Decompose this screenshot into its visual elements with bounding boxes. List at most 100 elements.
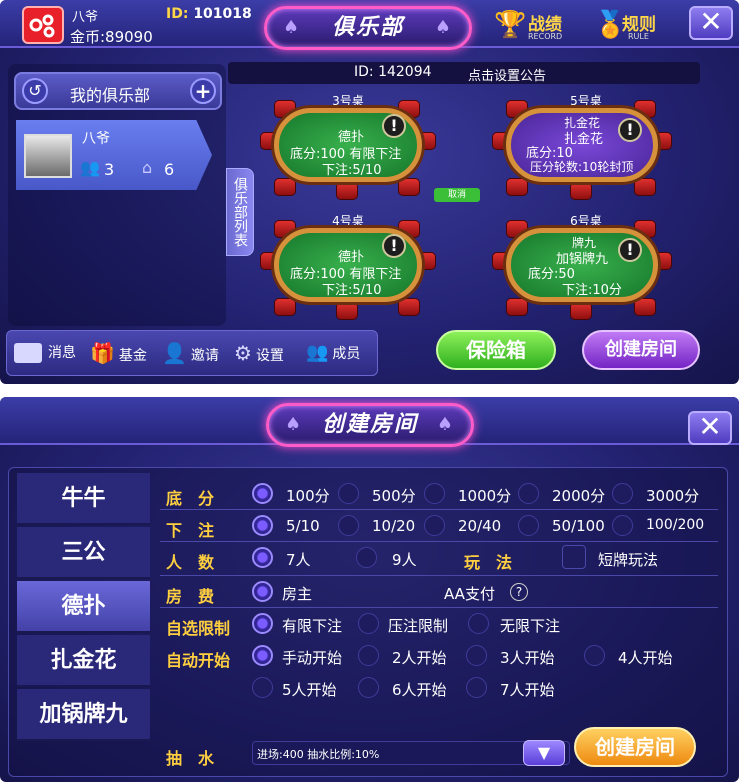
auto-radio-5[interactable] [252, 677, 273, 698]
limit-radio-bet[interactable] [358, 613, 379, 634]
base-radio-1000[interactable] [424, 483, 445, 504]
players-radio-9[interactable] [356, 547, 377, 568]
bet-radio-5-10[interactable] [252, 515, 273, 536]
cancel-tag[interactable]: 取消 [434, 188, 480, 202]
limit-option: 无限下注 [500, 617, 561, 635]
players-radio-7[interactable] [252, 547, 273, 568]
fund-button[interactable]: 🎁 基金 [90, 338, 147, 368]
auto-radio-3[interactable] [466, 645, 487, 666]
info-icon[interactable]: ! [618, 118, 642, 142]
create-room-button[interactable]: 创建房间 [582, 330, 700, 370]
create-room-panel: ♠ 创建房间 ♠ ✕ 牛牛 三公 德扑 扎金花 加锅牌九 底 分 100分 50… [0, 397, 739, 782]
gear-icon: ⚙ [234, 341, 252, 365]
auto-option: 3人开始 [500, 649, 555, 667]
play-label: 玩 法 [464, 553, 513, 572]
create-title: ♠ 创建房间 ♠ [266, 403, 474, 447]
rule-button[interactable]: 🏅 规则 RULE [594, 8, 668, 44]
spade-icon: ♠ [283, 17, 302, 38]
bet-option: 50/100 [552, 517, 605, 535]
base-radio-500[interactable] [338, 483, 359, 504]
auto-radio-7[interactable] [466, 677, 487, 698]
table-label: 4号桌 [332, 214, 364, 228]
record-sub: RECORD [528, 32, 563, 41]
chair [570, 182, 592, 200]
limit-option: 压注限制 [388, 617, 449, 635]
auto-radio-manual[interactable] [252, 645, 273, 666]
auto-option: 4人开始 [618, 649, 673, 667]
bet-radio-50-100[interactable] [518, 515, 539, 536]
messages-button[interactable]: 消息 [14, 338, 76, 368]
fee-label: 房 费 [166, 587, 215, 606]
help-icon-glyph: ? [515, 585, 523, 599]
club-card[interactable]: 八爷 👥 3 ⌂ 6 [16, 120, 212, 190]
members-button[interactable]: 👥 成员 [306, 338, 360, 368]
club-title: ♠ 俱乐部 ♠ [264, 6, 472, 50]
info-icon[interactable]: ! [382, 234, 406, 258]
game-sangong[interactable]: 三公 [17, 527, 150, 579]
home-icon: ⌂ [142, 158, 153, 177]
bet-radio-100-200[interactable] [612, 515, 633, 536]
create-room-submit-button[interactable]: 创建房间 [574, 727, 696, 767]
create-title-text: 创建房间 [321, 412, 418, 437]
players-label: 人 数 [166, 553, 215, 572]
bet-radio-20-40[interactable] [424, 515, 445, 536]
auto-option: 6人开始 [392, 681, 447, 699]
members-count: 3 [104, 160, 115, 179]
game-niuniu[interactable]: 牛牛 [17, 473, 150, 525]
id-value: 101018 [193, 6, 252, 22]
fee-option: 房主 [282, 585, 313, 603]
table-label: 3号桌 [332, 94, 364, 108]
rake-select[interactable]: 进场:400 抽水比例:10% ▼ [252, 740, 570, 766]
invite-icon: 👤 [162, 341, 187, 365]
record-button[interactable]: 🏆 战绩 RECORD [494, 8, 574, 44]
refresh-icon[interactable]: ↺ [22, 78, 48, 104]
fee-radio-owner[interactable] [252, 581, 273, 602]
table-line2: 下注:5/10 [322, 163, 382, 178]
club-list-tab[interactable]: 俱乐部列表 [226, 168, 254, 256]
close-button[interactable]: ✕ [689, 6, 733, 40]
base-radio-2000[interactable] [518, 483, 539, 504]
table-label: 5号桌 [570, 94, 602, 108]
invite-button[interactable]: 👤 邀请 [162, 338, 219, 368]
game-paijiu[interactable]: 加锅牌九 [17, 689, 150, 741]
safe-box-button[interactable]: 保险箱 [436, 330, 556, 370]
game-texas[interactable]: 德扑 [17, 581, 150, 633]
game-zhajinhua[interactable]: 扎金花 [17, 635, 150, 687]
notice-bar[interactable]: ID: 142094 点击设置公告 [228, 62, 700, 84]
short-deck-checkbox[interactable] [562, 545, 586, 569]
auto-radio-6[interactable] [358, 677, 379, 698]
base-radio-100[interactable] [252, 483, 273, 504]
dropdown-arrow-icon[interactable]: ▼ [523, 740, 565, 766]
chair [274, 298, 296, 316]
table-4[interactable]: 4号桌 德扑 底分:100 有限下注 下注:5/10 ! [260, 212, 436, 320]
base-option: 500分 [372, 487, 416, 505]
auto-radio-4[interactable] [584, 645, 605, 666]
limit-radio-nolimit[interactable] [468, 613, 489, 634]
limit-radio-limited[interactable] [252, 613, 273, 634]
bet-radio-10-20[interactable] [338, 515, 359, 536]
auto-option: 手动开始 [282, 649, 343, 667]
spade-icon: ♠ [436, 414, 455, 435]
id-label: ID: 101018 [166, 6, 252, 22]
player-avatar[interactable] [22, 6, 64, 44]
help-icon[interactable]: ? [510, 583, 528, 601]
add-club-icon[interactable]: + [190, 78, 216, 104]
settings-button[interactable]: ⚙ 设置 [234, 338, 284, 368]
chair [398, 178, 420, 196]
base-radio-3000[interactable] [612, 483, 633, 504]
fee-option[interactable]: AA支付 [444, 583, 495, 604]
info-icon[interactable]: ! [382, 114, 406, 138]
my-club-header: ↺ 我的俱乐部 + [14, 72, 222, 110]
limit-option: 有限下注 [282, 617, 343, 635]
base-label: 底 分 [166, 489, 215, 508]
chair [634, 178, 656, 196]
table-3[interactable]: 3号桌 德扑 底分:100 有限下注 下注:5/10 ! [260, 92, 436, 200]
auto-radio-2[interactable] [358, 645, 379, 666]
info-icon[interactable]: ! [618, 238, 642, 262]
close-icon: ✕ [699, 5, 723, 38]
members-icon: 👥 [80, 158, 100, 177]
close-button[interactable]: ✕ [688, 411, 732, 445]
base-option: 3000分 [646, 487, 700, 505]
table-5[interactable]: 5号桌 扎金花 扎金花 底分:10 压分轮数:10轮封顶 ! [492, 92, 672, 200]
table-6[interactable]: 6号桌 牌九 加锅牌九 底分:50 下注:10分 ! [492, 212, 672, 320]
